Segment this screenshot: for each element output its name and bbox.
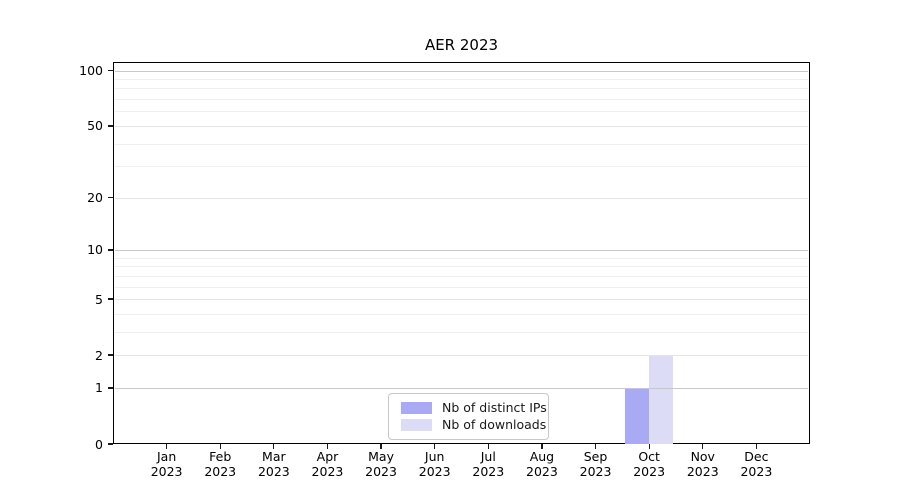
x-tick-label: May 2023	[365, 449, 397, 479]
x-tick-label: Jun 2023	[418, 449, 451, 479]
gridline-labeled	[115, 125, 808, 127]
gridline-major	[115, 249, 808, 251]
gridline-minor	[115, 266, 808, 268]
gridline-labeled	[115, 197, 808, 199]
y-tick-label: 2	[95, 347, 103, 363]
x-tick-label: Jul 2023	[472, 449, 505, 479]
x-tick-mark	[541, 444, 543, 449]
x-tick-label: Sep 2023	[579, 449, 612, 479]
y-tick-mark	[108, 249, 113, 251]
gridline-minor	[115, 257, 808, 259]
legend: Nb of distinct IPs Nb of downloads	[388, 393, 549, 440]
legend-item-distinct-ips: Nb of distinct IPs	[401, 399, 547, 416]
y-tick-label: 20	[87, 190, 103, 206]
gridline-minor	[115, 143, 808, 145]
y-tick-mark	[108, 69, 113, 72]
y-tick-label: 1	[95, 380, 103, 396]
gridline-minor	[115, 79, 808, 81]
x-tick-label: Oct 2023	[633, 449, 666, 479]
x-tick-label: Aug 2023	[526, 449, 558, 479]
bar-distinct-ips	[625, 387, 650, 444]
x-tick-label: Feb 2023	[204, 449, 237, 479]
x-tick-mark	[487, 444, 489, 449]
gridline-major	[115, 70, 808, 72]
y-tick-mark	[108, 125, 113, 127]
legend-item-downloads: Nb of downloads	[401, 416, 546, 433]
x-tick-mark	[165, 444, 168, 449]
x-tick-label: Dec 2023	[740, 449, 773, 479]
legend-swatch-downloads	[401, 418, 432, 431]
gridline-minor	[115, 286, 808, 288]
legend-label: Nb of downloads	[442, 416, 547, 432]
y-tick-mark	[108, 197, 113, 199]
y-tick-mark	[108, 298, 113, 300]
legend-swatch-distinct-ips	[401, 401, 432, 414]
x-tick-label: Apr 2023	[311, 449, 344, 479]
gridline-labeled	[115, 299, 808, 301]
x-tick-label: Mar 2023	[257, 449, 290, 479]
chart-figure: AER 2023 Nb of distinct IPs Nb of downlo…	[0, 0, 900, 500]
gridline-minor	[115, 88, 808, 90]
y-tick-label: 50	[87, 118, 103, 134]
bar-downloads	[649, 355, 674, 444]
x-tick-mark	[380, 444, 382, 449]
y-tick-label: 10	[87, 242, 103, 258]
gridline-minor	[115, 166, 808, 168]
gridline-major	[115, 387, 808, 389]
x-tick-mark	[434, 444, 436, 449]
y-tick-mark	[108, 443, 113, 445]
legend-label: Nb of distinct IPs	[442, 399, 547, 415]
x-tick-mark	[326, 444, 329, 449]
x-tick-mark	[702, 444, 704, 449]
y-tick-label: 0	[95, 436, 103, 452]
gridline-minor	[115, 275, 808, 277]
gridline-minor	[115, 331, 808, 333]
x-tick-mark	[594, 444, 597, 449]
y-tick-label: 5	[95, 291, 103, 307]
x-tick-label: Nov 2023	[686, 449, 719, 479]
gridline-minor	[115, 111, 808, 113]
y-tick-mark	[108, 387, 113, 389]
x-tick-mark	[273, 444, 275, 449]
y-tick-mark	[108, 354, 113, 356]
gridline-labeled	[115, 355, 808, 357]
x-tick-mark	[219, 444, 221, 449]
gridline-minor	[115, 99, 808, 101]
y-tick-label: 100	[79, 63, 103, 79]
x-tick-label: Jan 2023	[150, 449, 183, 479]
gridline-minor	[115, 313, 808, 315]
chart-title: AER 2023	[424, 36, 499, 54]
x-tick-mark	[755, 444, 758, 449]
x-tick-mark	[648, 444, 650, 449]
plot-area	[113, 62, 810, 444]
